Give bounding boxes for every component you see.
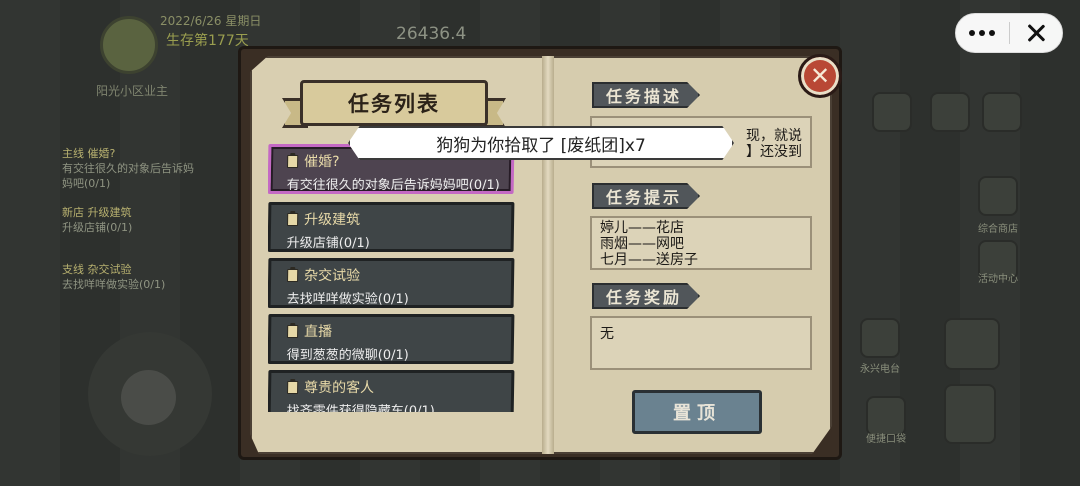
quest-name: 杂交试验 <box>303 268 361 284</box>
quest-item[interactable]: 直播 得到葱葱的微聊(0/1) <box>268 314 515 364</box>
dialog-close-button[interactable]: ✕ <box>798 54 842 98</box>
hud-money: 26436.4 <box>396 24 467 44</box>
capsule-close-button[interactable] <box>1010 14 1063 52</box>
dialog-title-ribbon: 任务列表 <box>300 80 488 126</box>
map-icon[interactable] <box>872 92 912 132</box>
quest-item[interactable]: 杂交试验 去找咩咩做实验(0/1) <box>268 258 515 308</box>
side-quest-item[interactable]: 新店 升级建筑 升级店铺(0/1) <box>62 205 202 235</box>
hint-line: 七月——送房子 <box>600 252 698 268</box>
pickup-toast: 狗狗为你拾取了 [废纸团]x7 <box>348 126 734 160</box>
quest-desc: 升级店铺(0/1) <box>286 236 370 251</box>
side-quest-item[interactable]: 支线 杂交试验 去找咩咩做实验(0/1) <box>62 262 202 292</box>
side-quest-title: 新店 升级建筑 <box>62 206 132 219</box>
pickup-toast-text: 狗狗为你拾取了 [废纸团]x7 <box>436 135 646 156</box>
quest-name: 升级建筑 <box>303 212 361 228</box>
side-quest-desc: 去找咩咩做实验(0/1) <box>62 278 166 291</box>
more-dots-icon <box>969 30 996 36</box>
quest-name: 直播 <box>303 324 333 340</box>
quest-name: 尊贵的客人 <box>303 380 375 396</box>
book-spine <box>542 56 554 454</box>
shop-icon[interactable] <box>978 176 1018 216</box>
description-heading: 任务描述 <box>592 82 700 108</box>
hint-heading-text: 任务提示 <box>606 188 683 207</box>
player-avatar[interactable] <box>100 16 158 74</box>
hint-line: 婷儿——花店 <box>600 220 684 236</box>
clipboard-icon <box>287 268 299 282</box>
side-quest-desc: 升级店铺(0/1) <box>62 221 133 234</box>
package-icon[interactable] <box>944 318 1000 370</box>
dialog-title: 任务列表 <box>348 92 440 116</box>
radio-icon[interactable] <box>860 318 900 358</box>
quest-name: 催婚? <box>303 154 340 170</box>
quest-desc: 有交往很久的对象后告诉妈妈吧(0/1) <box>286 178 500 193</box>
close-x-icon: ✕ <box>809 62 831 90</box>
settings-icon[interactable] <box>982 92 1022 132</box>
side-quest-desc: 有交往很久的对象后告诉妈妈吧(0/1) <box>62 162 194 190</box>
joystick-knob[interactable] <box>121 370 176 425</box>
reward-box: 无 <box>590 316 812 370</box>
pin-to-top-button[interactable]: 置顶 <box>632 390 762 434</box>
hint-heading: 任务提示 <box>592 183 700 209</box>
hud-date: 2022/6/26 星期日 <box>160 14 262 28</box>
quest-desc: 得到葱葱的微聊(0/1) <box>286 348 409 363</box>
quest-desc: 找齐零件获得隐藏车(0/1) <box>286 404 435 412</box>
phone-icon[interactable] <box>944 384 996 444</box>
clipboard-icon <box>287 324 299 338</box>
reward-heading: 任务奖励 <box>592 283 700 309</box>
virtual-joystick[interactable] <box>88 332 212 456</box>
pin-to-top-label: 置顶 <box>673 403 721 424</box>
side-quest-item[interactable]: 主线 催婚? 有交往很久的对象后告诉妈妈吧(0/1) <box>62 146 202 191</box>
reward-text: 无 <box>600 326 614 342</box>
description-heading-text: 任务描述 <box>606 87 683 106</box>
quest-item[interactable]: 尊贵的客人 找齐零件获得隐藏车(0/1) <box>268 370 515 412</box>
hud-survival-day: 生存第177天 <box>166 33 249 49</box>
hint-box: 婷儿——花店 雨烟——网吧 七月——送房子 <box>590 216 812 270</box>
radio-label: 永兴电台 <box>860 364 900 375</box>
activity-label: 活动中心 <box>978 274 1018 285</box>
side-quest-title: 主线 催婚? <box>62 147 116 160</box>
hud-resident-label: 阳光小区业主 <box>96 84 169 98</box>
miniprogram-capsule <box>955 13 1063 53</box>
close-icon <box>1026 23 1046 43</box>
more-button[interactable] <box>956 14 1009 52</box>
notice-icon[interactable] <box>930 92 970 132</box>
shop-label: 综合商店 <box>978 224 1018 235</box>
clipboard-icon <box>287 212 299 226</box>
quest-item[interactable]: 升级建筑 升级店铺(0/1) <box>268 202 515 252</box>
quest-list[interactable]: 催婚? 有交往很久的对象后告诉妈妈吧(0/1) 升级建筑 升级店铺(0/1) 杂… <box>268 144 516 412</box>
pocket-label: 便捷口袋 <box>866 434 906 445</box>
clipboard-icon <box>287 380 299 394</box>
hint-line: 雨烟——网吧 <box>600 236 684 252</box>
quest-desc: 去找咩咩做实验(0/1) <box>286 292 409 307</box>
clipboard-icon <box>287 154 299 168</box>
reward-heading-text: 任务奖励 <box>606 288 683 307</box>
side-quest-title: 支线 杂交试验 <box>62 263 132 276</box>
